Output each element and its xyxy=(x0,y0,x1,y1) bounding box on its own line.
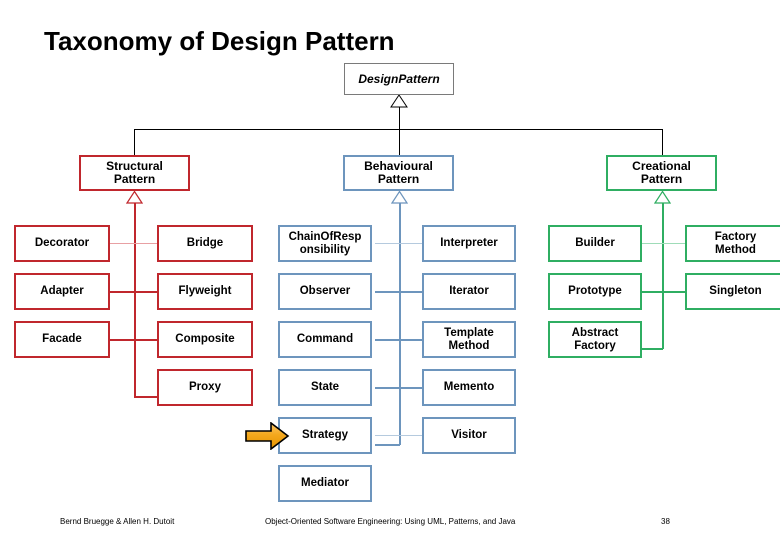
connector-structural-row-1 xyxy=(110,243,157,244)
connector-creational-row-1 xyxy=(638,243,685,244)
generalization-triangle-behavioural xyxy=(391,191,408,204)
node-singleton[interactable]: Singleton xyxy=(685,273,780,310)
connector-structural-row-3 xyxy=(110,339,157,341)
connector-bus-to-structural xyxy=(134,129,135,155)
node-facade[interactable]: Facade xyxy=(14,321,110,358)
node-design-pattern[interactable]: DesignPattern xyxy=(344,63,454,95)
node-label: Strategy xyxy=(301,429,349,441)
node-label: Interpreter xyxy=(440,237,498,249)
connector-structural-row-4 xyxy=(134,396,157,398)
node-interpreter[interactable]: Interpreter xyxy=(422,225,516,262)
node-label-line2: Factory xyxy=(574,339,616,352)
node-label: Flyweight xyxy=(178,285,232,297)
node-label-line1: Factory xyxy=(714,230,757,243)
connector-bus-to-behavioural xyxy=(399,129,400,155)
node-decorator[interactable]: Decorator xyxy=(14,225,110,262)
node-label-line1: ChainOfResp xyxy=(288,230,362,243)
node-label: Decorator xyxy=(34,237,90,249)
footer-book-title: Object-Oriented Software Engineering: Us… xyxy=(265,517,516,526)
footer-page-number: 38 xyxy=(661,517,670,526)
connector-behavioural-row-5 xyxy=(375,435,422,436)
slide-canvas: Taxonomy of Design Pattern DesignPattern… xyxy=(0,0,780,540)
connector-behavioural-row-3 xyxy=(375,339,422,341)
node-label: Memento xyxy=(443,381,495,393)
node-label: Composite xyxy=(175,333,235,345)
node-label-line1: Abstract xyxy=(571,326,619,339)
node-builder[interactable]: Builder xyxy=(548,225,642,262)
node-command[interactable]: Command xyxy=(278,321,372,358)
node-flyweight[interactable]: Flyweight xyxy=(157,273,253,310)
node-structural-pattern[interactable]: Structural Pattern xyxy=(79,155,190,191)
node-label-line2: Method xyxy=(715,243,756,256)
node-state[interactable]: State xyxy=(278,369,372,406)
node-label: Singleton xyxy=(709,285,762,297)
page-title: Taxonomy of Design Pattern xyxy=(44,26,395,56)
node-label: Bridge xyxy=(186,237,224,249)
node-label: Iterator xyxy=(449,285,489,297)
node-label: Builder xyxy=(575,237,615,249)
node-label-line2: Pattern xyxy=(113,172,156,186)
generalization-triangle-structural xyxy=(126,191,143,204)
connector-behavioural-spine xyxy=(399,203,401,445)
node-mediator[interactable]: Mediator xyxy=(278,465,372,502)
footer-authors: Bernd Bruegge & Allen H. Dutoit xyxy=(60,517,175,526)
node-label: Proxy xyxy=(189,381,221,393)
node-label: DesignPattern xyxy=(358,71,440,86)
connector-creational-spine xyxy=(662,203,664,349)
node-adapter[interactable]: Adapter xyxy=(14,273,110,310)
node-prototype[interactable]: Prototype xyxy=(548,273,642,310)
node-label: Adapter xyxy=(40,285,84,297)
node-label: Mediator xyxy=(301,477,349,489)
connector-behavioural-row-1 xyxy=(375,243,422,244)
connector-structural-row-2 xyxy=(110,291,157,293)
node-bridge[interactable]: Bridge xyxy=(157,225,253,262)
node-label: Command xyxy=(296,333,354,345)
node-strategy[interactable]: Strategy xyxy=(278,417,372,454)
node-label-line2: onsibility xyxy=(299,243,351,256)
node-chain-of-responsibility[interactable]: ChainOfResp onsibility xyxy=(278,225,372,262)
node-iterator[interactable]: Iterator xyxy=(422,273,516,310)
node-label-line1: Template xyxy=(444,326,494,339)
connector-behavioural-row-6 xyxy=(375,444,400,446)
node-label-line2: Pattern xyxy=(377,172,420,186)
node-label: State xyxy=(310,381,340,393)
generalization-triangle-creational xyxy=(654,191,671,204)
node-creational-pattern[interactable]: Creational Pattern xyxy=(606,155,717,191)
connector-structural-spine xyxy=(134,203,136,397)
connector-behavioural-row-2 xyxy=(375,291,422,293)
node-composite[interactable]: Composite xyxy=(157,321,253,358)
node-label: Facade xyxy=(42,333,82,345)
node-template-method[interactable]: Template Method xyxy=(422,321,516,358)
connector-behavioural-row-4 xyxy=(375,387,422,389)
node-label: Observer xyxy=(299,285,351,297)
node-proxy[interactable]: Proxy xyxy=(157,369,253,406)
node-behavioural-pattern[interactable]: Behavioural Pattern xyxy=(343,155,454,191)
node-factory-method[interactable]: Factory Method xyxy=(685,225,780,262)
connector-creational-row-2 xyxy=(638,291,685,293)
generalization-triangle-root xyxy=(390,95,408,108)
node-label: Visitor xyxy=(451,429,487,441)
node-label: Prototype xyxy=(568,285,622,297)
node-visitor[interactable]: Visitor xyxy=(422,417,516,454)
highlight-arrow-icon xyxy=(245,422,290,450)
connector-bus-to-creational xyxy=(662,129,663,155)
node-label-line2: Pattern xyxy=(640,172,683,186)
node-label-line2: Method xyxy=(448,339,490,352)
node-observer[interactable]: Observer xyxy=(278,273,372,310)
node-memento[interactable]: Memento xyxy=(422,369,516,406)
node-abstract-factory[interactable]: Abstract Factory xyxy=(548,321,642,358)
connector-root-stem xyxy=(399,107,400,129)
